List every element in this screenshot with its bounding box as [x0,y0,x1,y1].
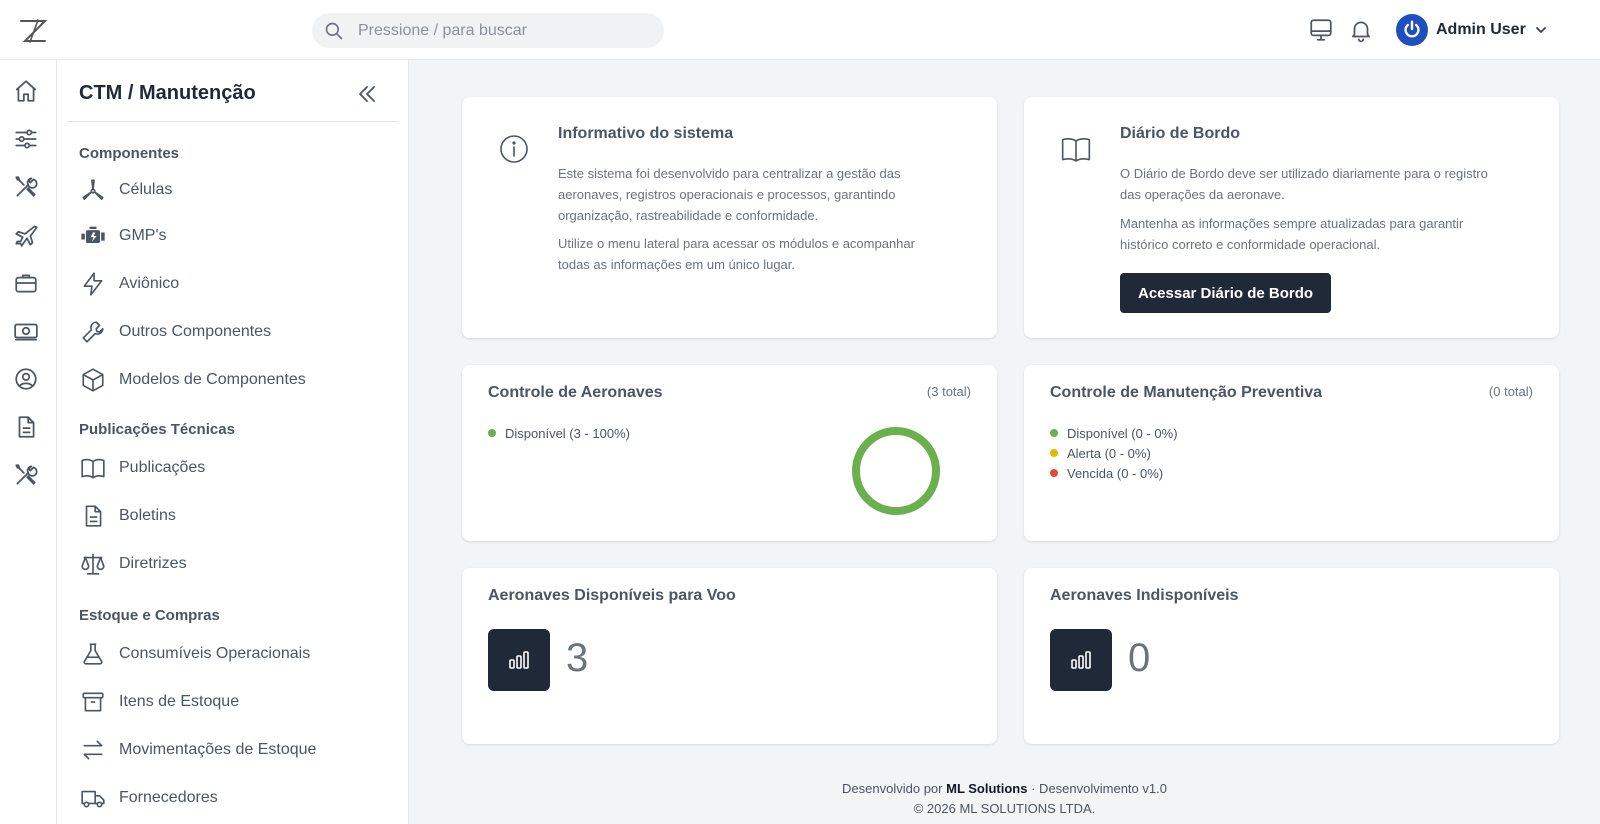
logo-icon[interactable] [18,16,48,44]
maintenance-legend: Disponível (0 - 0%) Alerta (0 - 0%) Venc… [1050,423,1178,483]
search-input[interactable] [358,21,638,40]
tools-icon[interactable] [13,462,39,488]
aircraft-donut-chart [852,427,940,515]
footer-copyright: © 2026 ML SOLUTIONS LTDA. [913,801,1096,816]
tools-icon[interactable] [13,174,39,200]
chevron-down-icon [1535,27,1546,33]
open-logbook-button[interactable]: Acessar Diário de Bordo [1120,273,1332,313]
sidebar-item-gmps[interactable]: GMP's [79,220,389,252]
legend-item: Alerta (0 - 0%) [1050,443,1178,463]
icon-rail [0,60,57,824]
sidebar-item-diretrizes[interactable]: Diretrizes [79,548,389,580]
user-circle-icon[interactable] [13,366,39,392]
sidebar-item-celulas[interactable]: Células [79,174,389,206]
aircraft-legend: Disponível (3 - 100%) [488,423,630,443]
section-publicacoes-tecnicas: Publicações Técnicas [79,421,235,438]
aircraft-control-total: (3 total) [926,384,971,399]
legend-dot [488,429,496,437]
legend-dot [1050,429,1058,437]
sidebar-item-boletins[interactable]: Boletins [79,500,389,532]
user-menu[interactable]: Admin User [1396,14,1548,46]
propeller-icon [82,179,104,201]
stat-box [1050,629,1112,691]
sidebar-item-fornecedores[interactable]: Fornecedores [79,782,389,814]
top-bar: Admin User [0,0,1600,60]
aircraft-control-card: Controle de Aeronaves (3 total) Disponív… [462,365,997,541]
section-estoque-compras: Estoque e Compras [79,607,220,624]
main-content: Informativo do sistema Este sistema foi … [409,60,1600,824]
maintenance-control-total: (0 total) [1488,384,1533,399]
section-componentes: Componentes [79,145,180,162]
bar-chart-icon [1071,651,1091,669]
bar-chart-icon [509,651,529,669]
book-icon [81,458,105,479]
avatar [1396,14,1428,46]
sidebar-item-outros-componentes[interactable]: Outros Componentes [79,316,389,348]
sidebar-item-avionico[interactable]: Aviônico [79,268,389,300]
engine-icon [81,226,105,243]
available-title: Aeronaves Disponíveis para Voo [488,587,736,604]
info-paragraph-1: Este sistema foi desenvolvido para centr… [558,166,901,223]
sidebar-item-itens-estoque[interactable]: Itens de Estoque [79,686,389,718]
document-icon[interactable] [13,414,39,440]
scale-icon [81,553,105,575]
donut-slice-disponível [852,427,940,515]
sidebar-item-modelos-componentes[interactable]: Modelos de Componentes [79,364,389,396]
archive-icon [82,692,104,712]
info-title: Informativo do sistema [558,125,734,142]
maintenance-control-card: Controle de Manutenção Preventiva (0 tot… [1024,365,1559,541]
search-bar[interactable] [312,13,664,48]
cube-icon [82,368,104,392]
collapse-sidebar-icon[interactable] [355,82,379,106]
available-aircraft-card: Aeronaves Disponíveis para Voo 3 [462,568,997,744]
airplane-icon[interactable] [13,222,39,248]
sidebar: CTM / Manutenção Componentes Células GMP… [57,60,409,824]
flask-icon [83,643,103,665]
sidebar-item-consumiveis[interactable]: Consumíveis Operacionais [79,638,389,670]
legend-dot [1050,449,1058,457]
book-icon [1061,137,1091,162]
info-icon [500,135,528,163]
briefcase-icon[interactable] [13,270,39,296]
unavailable-count: 0 [1128,636,1151,680]
logbook-paragraph-1: O Diário de Bordo deve ser utilizado dia… [1120,166,1488,202]
sidebar-title: CTM / Manutenção [79,82,256,104]
monitor-icon[interactable] [1308,17,1334,43]
logbook-title: Diário de Bordo [1120,125,1241,142]
arrows-swap-icon [83,740,103,760]
legend-item: Disponível (3 - 100%) [488,423,630,443]
maintenance-control-title: Controle de Manutenção Preventiva [1050,384,1323,401]
document-icon [85,505,102,527]
available-count: 3 [566,636,589,680]
stat-box [488,629,550,691]
logbook-card: Diário de Bordo O Diário de Bordo deve s… [1024,97,1559,338]
truck-icon [81,790,105,808]
footer-credit: Desenvolvido por ML Solutions · Desenvol… [842,781,1167,796]
unavailable-aircraft-card: Aeronaves Indisponíveis 0 [1024,568,1559,744]
money-icon[interactable] [13,318,39,344]
info-card: Informativo do sistema Este sistema foi … [462,97,997,338]
bell-icon[interactable] [1348,17,1374,43]
footer-company-link[interactable]: ML Solutions [946,781,1027,796]
legend-item: Disponível (0 - 0%) [1050,423,1178,443]
sliders-icon[interactable] [13,126,39,152]
legend-dot [1050,469,1058,477]
legend-item: Vencida (0 - 0%) [1050,463,1178,483]
power-icon [1404,20,1420,38]
sidebar-item-movimentacoes[interactable]: Movimentações de Estoque [79,734,389,766]
user-name: Admin User [1436,21,1526,38]
search-icon [325,22,343,39]
aircraft-control-title: Controle de Aeronaves [488,384,663,401]
home-icon[interactable] [13,78,39,104]
lightning-icon [83,272,103,296]
unavailable-title: Aeronaves Indisponíveis [1050,587,1239,604]
logbook-paragraph-2: Mantenha as informações sempre atualizad… [1120,216,1464,252]
divider [67,121,399,122]
wrench-icon [82,321,104,343]
sidebar-item-publicacoes[interactable]: Publicações [79,452,389,484]
info-paragraph-2: Utilize o menu lateral para acessar os m… [558,236,915,272]
